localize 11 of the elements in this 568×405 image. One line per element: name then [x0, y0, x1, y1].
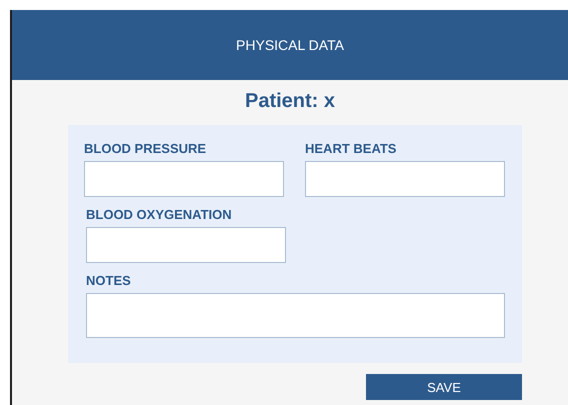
save-button[interactable]: SAVE	[366, 374, 522, 400]
field-label: HEART BEATS	[305, 141, 398, 156]
header-title: PHYSICAL DATA	[236, 37, 344, 53]
notes-field[interactable]	[86, 293, 505, 338]
field-label: BLOOD OXYGENATION	[86, 207, 233, 222]
input-field[interactable]	[86, 227, 286, 263]
field-label: NOTES	[86, 273, 132, 288]
input-field[interactable]	[305, 161, 505, 197]
patient-title: Patient: x	[244, 90, 336, 113]
field-label: BLOOD PRESSURE	[84, 141, 208, 156]
input-field[interactable]	[84, 161, 284, 197]
